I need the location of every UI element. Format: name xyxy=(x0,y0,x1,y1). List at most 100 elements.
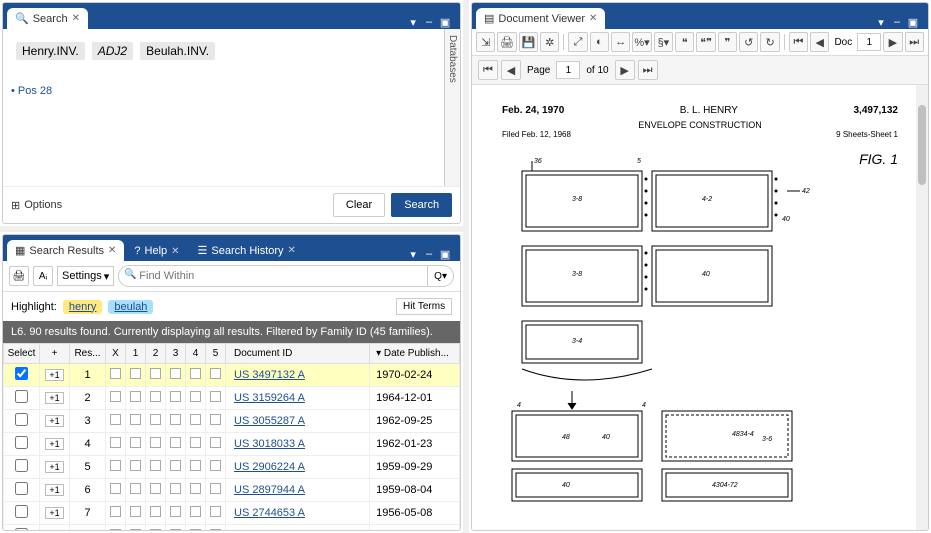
flag-1[interactable] xyxy=(130,506,141,517)
row-select-checkbox[interactable] xyxy=(15,413,28,426)
percent-dropdown[interactable]: %▾ xyxy=(632,32,651,52)
find-within-input[interactable] xyxy=(118,265,428,287)
find-submit-button[interactable]: Q▾ xyxy=(428,265,454,287)
flag-3[interactable] xyxy=(170,391,181,402)
flag-5[interactable] xyxy=(210,529,221,530)
last-doc-icon[interactable]: ⏭ xyxy=(905,32,924,52)
flag-4[interactable] xyxy=(190,506,201,517)
panel-minimize-icon[interactable]: – xyxy=(890,15,904,29)
flag-4[interactable] xyxy=(190,437,201,448)
document-id-link[interactable]: US 3055287 A xyxy=(226,410,370,433)
flag-3[interactable] xyxy=(170,437,181,448)
row-select-checkbox[interactable] xyxy=(15,390,28,403)
highlight-term[interactable]: beulah xyxy=(108,300,153,314)
flag-3[interactable] xyxy=(170,529,181,530)
row-select-checkbox[interactable] xyxy=(15,528,28,530)
table-row[interactable]: +16US 2897944 A1959-08-04 xyxy=(4,479,460,502)
document-id-link[interactable]: US 3159264 A xyxy=(226,387,370,410)
flag-2[interactable] xyxy=(150,483,161,494)
close-icon[interactable]: ✕ xyxy=(108,245,116,256)
panel-minimize-icon[interactable]: – xyxy=(422,15,436,29)
flag-x[interactable] xyxy=(110,414,121,425)
horizontal-splitter[interactable] xyxy=(0,226,463,232)
fit-width-icon[interactable]: ↔ xyxy=(611,32,630,52)
viewer-tab[interactable]: ▤ Document Viewer ✕ xyxy=(476,8,605,29)
prev-hit-icon[interactable]: ❝❞ xyxy=(696,32,715,52)
panel-minimize-icon[interactable]: – xyxy=(422,247,436,261)
document-id-link[interactable]: US 2744653 A xyxy=(226,502,370,525)
row-select-checkbox[interactable] xyxy=(15,482,28,495)
flag-1[interactable] xyxy=(130,437,141,448)
flag-x[interactable] xyxy=(110,368,121,379)
col-expand[interactable]: + xyxy=(40,344,70,364)
row-select-checkbox[interactable] xyxy=(15,367,28,380)
table-row[interactable]: +11US 3497132 A1970-02-24 xyxy=(4,364,460,387)
flag-4[interactable] xyxy=(190,460,201,471)
flag-1[interactable] xyxy=(130,460,141,471)
flag-2[interactable] xyxy=(150,506,161,517)
flag-4[interactable] xyxy=(190,414,201,425)
expand-row-button[interactable]: +1 xyxy=(45,438,63,450)
table-row[interactable]: +17US 2744653 A1956-05-08 xyxy=(4,502,460,525)
next-quote-icon[interactable]: ❞ xyxy=(718,32,737,52)
panel-maximize-icon[interactable]: ▣ xyxy=(438,247,452,261)
flag-4[interactable] xyxy=(190,483,201,494)
row-select-checkbox[interactable] xyxy=(15,459,28,472)
document-canvas[interactable]: Feb. 24, 1970 B. L. HENRY 3,497,132 ENVE… xyxy=(472,85,928,530)
rotate-left-icon[interactable]: ↺ xyxy=(739,32,758,52)
table-row[interactable]: +12US 3159264 A1964-12-01 xyxy=(4,387,460,410)
row-select-checkbox[interactable] xyxy=(15,505,28,518)
scrollbar-vertical[interactable] xyxy=(916,85,928,530)
first-doc-icon[interactable]: ⏮ xyxy=(789,32,808,52)
hit-terms-button[interactable]: Hit Terms xyxy=(396,298,452,315)
flag-1[interactable] xyxy=(130,368,141,379)
flag-1[interactable] xyxy=(130,391,141,402)
prev-doc-icon[interactable]: ◀ xyxy=(810,32,829,52)
flag-3[interactable] xyxy=(170,368,181,379)
table-row[interactable]: +14US 3018033 A1962-01-23 xyxy=(4,433,460,456)
flag-3[interactable] xyxy=(170,483,181,494)
flag-1[interactable] xyxy=(130,483,141,494)
settings-dropdown[interactable]: Settings ▾ xyxy=(57,266,114,286)
table-row[interactable]: +15US 2906224 A1959-09-29 xyxy=(4,456,460,479)
close-icon[interactable]: ✕ xyxy=(288,245,296,256)
tab-help[interactable]: ? Help ✕ xyxy=(126,241,187,261)
col-3[interactable]: 3 xyxy=(166,344,186,364)
rotate-right-icon[interactable]: ↻ xyxy=(760,32,779,52)
panel-maximize-icon[interactable]: ▣ xyxy=(906,15,920,29)
flag-5[interactable] xyxy=(210,483,221,494)
flag-x[interactable] xyxy=(110,460,121,471)
expand-row-button[interactable]: +1 xyxy=(45,369,63,381)
close-icon[interactable]: ✕ xyxy=(171,246,179,257)
next-page-icon[interactable]: ▶ xyxy=(615,60,635,80)
section-dropdown[interactable]: §▾ xyxy=(654,32,673,52)
flag-2[interactable] xyxy=(150,460,161,471)
document-id-link[interactable]: US 2897944 A xyxy=(226,479,370,502)
search-button[interactable]: Search xyxy=(391,193,452,217)
flag-x[interactable] xyxy=(110,391,121,402)
flag-2[interactable] xyxy=(150,437,161,448)
expand-row-button[interactable]: +1 xyxy=(45,507,63,519)
col-2[interactable]: 2 xyxy=(146,344,166,364)
panel-dropdown-icon[interactable]: ▾ xyxy=(406,247,420,261)
col-res[interactable]: Res... xyxy=(70,344,106,364)
contrast-icon[interactable]: ◐ xyxy=(590,32,609,52)
print-icon[interactable]: 🖨 xyxy=(497,32,516,52)
gear-icon[interactable]: ✲ xyxy=(540,32,559,52)
export-icon[interactable]: ⇲ xyxy=(476,32,495,52)
document-id-link[interactable]: US 3497132 A xyxy=(226,364,370,387)
flag-x[interactable] xyxy=(110,529,121,530)
expand-row-button[interactable]: +1 xyxy=(45,415,63,427)
doc-number-input[interactable] xyxy=(857,33,881,51)
flag-5[interactable] xyxy=(210,414,221,425)
flag-3[interactable] xyxy=(170,460,181,471)
document-id-link[interactable]: US 2906224 A xyxy=(226,456,370,479)
next-doc-icon[interactable]: ▶ xyxy=(883,32,902,52)
table-row[interactable]: +18US 2695698 A1954-11-30 xyxy=(4,525,460,531)
font-icon[interactable]: Aᵢ xyxy=(33,266,53,286)
flag-4[interactable] xyxy=(190,368,201,379)
panel-dropdown-icon[interactable]: ▾ xyxy=(406,15,420,29)
fullscreen-icon[interactable]: ⤢ xyxy=(568,32,587,52)
flag-1[interactable] xyxy=(130,529,141,530)
highlight-term[interactable]: henry xyxy=(63,300,103,314)
